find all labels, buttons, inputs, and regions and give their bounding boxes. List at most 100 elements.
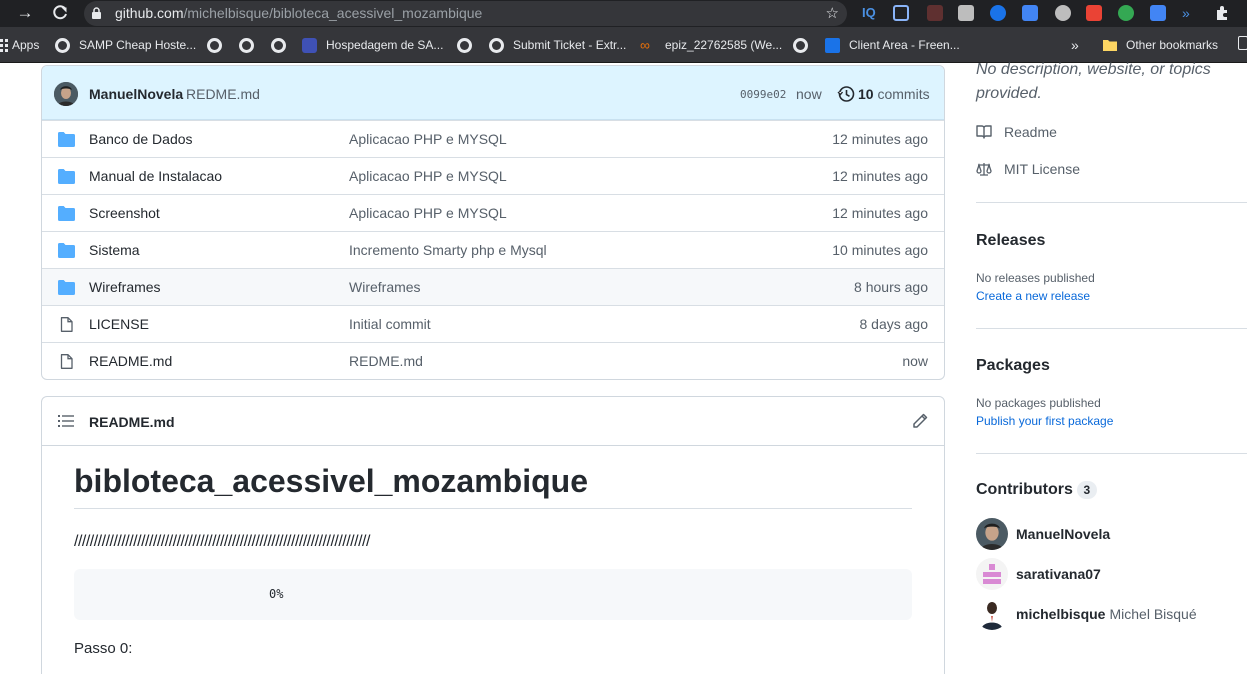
extension-icon[interactable]: [927, 5, 943, 21]
file-name-link[interactable]: Screenshot: [89, 205, 160, 221]
bookmark-globe-3[interactable]: [239, 36, 263, 54]
file-navigation: ManuelNovela REDME.md 0099e02 now 10 com…: [41, 65, 945, 380]
file-row[interactable]: Banco de Dados Aplicacao PHP e MYSQL 12 mi…: [42, 120, 944, 157]
folder-icon: [58, 206, 75, 221]
bookmark-epiz[interactable]: ∞ epiz_22762585 (We...: [640, 36, 782, 54]
bookmark-submit-ticket[interactable]: Submit Ticket - Extr...: [489, 36, 626, 54]
pencil-icon[interactable]: [912, 413, 928, 429]
file-row[interactable]: Sistema Incremento Smarty php e Mysql 10 m…: [42, 231, 944, 268]
create-release-link[interactable]: Create a new release: [976, 289, 1090, 303]
releases-heading[interactable]: Releases: [976, 232, 1045, 250]
license-link[interactable]: MIT License: [976, 160, 1080, 178]
contributor-fullname: Michel Bisqué: [1109, 606, 1197, 622]
author-avatar[interactable]: [54, 82, 78, 106]
file-commit-message-link[interactable]: Aplicacao PHP e MYSQL: [349, 168, 507, 184]
file-icon: [58, 354, 75, 369]
history-icon[interactable]: [837, 85, 855, 103]
bookmark-globe-4[interactable]: [271, 36, 295, 54]
avatar: [976, 598, 1008, 630]
reload-icon[interactable]: [49, 3, 71, 23]
google-translate-icon[interactable]: [1150, 5, 1166, 21]
file-commit-time: 8 hours ago: [854, 279, 928, 295]
file-row[interactable]: Screenshot Aplicacao PHP e MYSQL 12 minute…: [42, 194, 944, 231]
settings-extension-icon[interactable]: [1055, 5, 1071, 21]
file-name-link[interactable]: Manual de Instalacao: [89, 168, 222, 184]
folder-icon: [1103, 40, 1117, 51]
infinity-icon: ∞: [640, 36, 650, 53]
readme-header: README.md: [42, 397, 944, 446]
publish-package-link[interactable]: Publish your first package: [976, 414, 1113, 428]
screen-capture-extension-icon[interactable]: [893, 5, 909, 21]
bookmark-other-folder[interactable]: Other bookmarks: [1103, 36, 1218, 54]
bookmark-globe-2[interactable]: [207, 36, 231, 54]
globe-icon: [239, 37, 254, 53]
bookmark-hospedagem[interactable]: Hospedagem de SA...: [302, 36, 443, 54]
browser-toolbar: → github.com/michelbisque/bibloteca_aces…: [0, 0, 1247, 27]
file-row[interactable]: Manual de Instalacao Aplicacao PHP e MYSQ…: [42, 157, 944, 194]
contributor-item[interactable]: ManuelNovela: [976, 518, 1110, 550]
globe-icon: [489, 37, 504, 53]
commit-author-link[interactable]: ManuelNovela: [89, 86, 183, 102]
translate-web-extension-icon[interactable]: [990, 5, 1006, 21]
address-bar[interactable]: github.com/michelbisque/bibloteca_acessi…: [84, 1, 847, 26]
readme-filename[interactable]: README.md: [89, 414, 175, 430]
url-text: github.com/michelbisque/bibloteca_acessi…: [115, 5, 483, 21]
file-commit-time: 12 minutes ago: [832, 168, 928, 184]
folder-icon: [58, 243, 75, 258]
file-name-link[interactable]: LICENSE: [89, 316, 149, 332]
contributor-item[interactable]: michelbisque Michel Bisqué: [976, 598, 1197, 630]
packages-heading[interactable]: Packages: [976, 357, 1050, 375]
bookmark-star-icon[interactable]: ☆: [826, 4, 839, 22]
contributor-login[interactable]: michelbisque: [1016, 606, 1105, 622]
file-name-link[interactable]: Wireframes: [89, 279, 161, 295]
file-name-link[interactable]: README.md: [89, 353, 172, 369]
file-commit-message-link[interactable]: Incremento Smarty php e Mysql: [349, 242, 547, 258]
file-row[interactable]: README.md REDME.md now: [42, 342, 944, 379]
pdf-extension-icon[interactable]: [1086, 5, 1102, 21]
forward-arrow-icon[interactable]: →: [14, 3, 36, 23]
commit-hash-link[interactable]: 0099e02: [740, 88, 786, 101]
wave-extension-icon[interactable]: »: [1182, 5, 1198, 21]
bookmark-samp[interactable]: SAMP Cheap Hoste...: [55, 36, 196, 54]
bookmark-apps[interactable]: Apps: [0, 36, 39, 54]
contributors-heading[interactable]: Contributors 3: [976, 481, 1097, 499]
code-text: 0%: [269, 587, 284, 601]
globe-icon: [457, 37, 472, 53]
bookmark-globe-9[interactable]: [793, 36, 817, 54]
list-unordered-icon[interactable]: [58, 414, 74, 428]
file-row[interactable]: Wireframes Wireframes 8 hours ago: [42, 268, 944, 305]
avatar: [976, 518, 1008, 550]
more-bookmarks-chevron[interactable]: »: [1071, 36, 1079, 54]
contributor-item[interactable]: sarativana07: [976, 558, 1101, 590]
file-name-link[interactable]: Sistema: [89, 242, 140, 258]
file-row[interactable]: LICENSE Initial commit 8 days ago: [42, 305, 944, 342]
contributor-login[interactable]: sarativana07: [1016, 566, 1101, 582]
file-commit-time: 8 days ago: [859, 316, 929, 332]
file-commit-message-link[interactable]: Initial commit: [349, 316, 431, 332]
commit-message-link[interactable]: REDME.md: [186, 86, 260, 102]
reading-list-icon[interactable]: [1238, 36, 1247, 50]
file-commit-time: 10 minutes ago: [832, 242, 928, 258]
folder-icon: [58, 132, 75, 147]
file-commit-time: 12 minutes ago: [832, 131, 928, 147]
print-extension-icon[interactable]: [958, 5, 974, 21]
file-commit-message-link[interactable]: Aplicacao PHP e MYSQL: [349, 131, 507, 147]
file-commit-message-link[interactable]: Aplicacao PHP e MYSQL: [349, 205, 507, 221]
file-commit-message-link[interactable]: REDME.md: [349, 353, 423, 369]
plus-extension-icon[interactable]: [1118, 5, 1134, 21]
file-commit-message-link[interactable]: Wireframes: [349, 279, 421, 295]
puzzle-extensions-icon[interactable]: [1214, 5, 1230, 21]
readme-step-text: Passo 0:: [74, 640, 133, 657]
contributor-login[interactable]: ManuelNovela: [1016, 526, 1110, 542]
readme-link[interactable]: Readme: [976, 123, 1057, 141]
law-scale-icon: [976, 162, 992, 176]
file-name-link[interactable]: Banco de Dados: [89, 131, 193, 147]
bookmark-globe-6[interactable]: [457, 36, 481, 54]
bookmark-freenom[interactable]: Client Area - Freen...: [825, 36, 960, 54]
book-icon: [976, 125, 992, 139]
iq-extension-icon[interactable]: IQ: [862, 5, 878, 21]
grid-extension-icon[interactable]: [1022, 5, 1038, 21]
readme-box: README.md bibloteca_acessivel_mozambique…: [41, 396, 945, 674]
bookmark-favicon-icon: [302, 37, 317, 53]
commits-count-link[interactable]: 10 commits: [858, 86, 930, 102]
